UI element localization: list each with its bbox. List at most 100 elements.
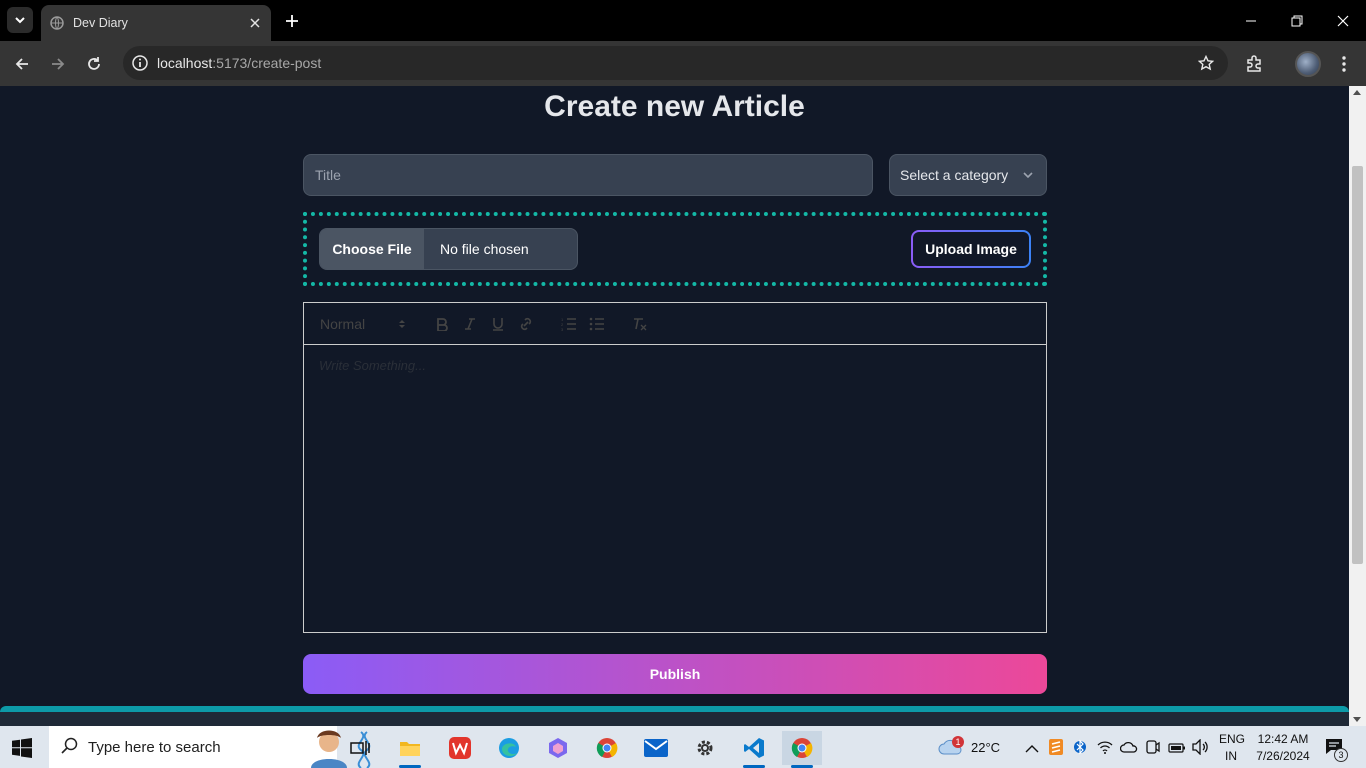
browser-menu-button[interactable] bbox=[1330, 50, 1358, 78]
category-select[interactable]: Select a category bbox=[889, 154, 1047, 196]
copilot-icon bbox=[549, 738, 567, 758]
tab-close-icon[interactable] bbox=[245, 13, 265, 33]
bookmark-star-icon[interactable] bbox=[1196, 53, 1216, 73]
upload-image-label: Upload Image bbox=[913, 232, 1029, 266]
battery-icon[interactable] bbox=[1168, 741, 1186, 759]
site-info-icon[interactable] bbox=[128, 51, 152, 75]
forward-button[interactable] bbox=[44, 50, 72, 78]
edge-browser-app[interactable] bbox=[489, 731, 529, 765]
reload-icon bbox=[88, 57, 100, 70]
weather-temperature: 22°C bbox=[971, 740, 1001, 755]
search-icon bbox=[61, 737, 78, 754]
file-status-text: No file chosen bbox=[440, 241, 529, 257]
language-line1: ENG bbox=[1219, 732, 1246, 746]
bullet-list-icon[interactable] bbox=[583, 312, 611, 336]
format-select[interactable]: Normal bbox=[320, 316, 406, 332]
wps-office-app[interactable] bbox=[440, 731, 480, 765]
scroll-down-arrow[interactable] bbox=[1353, 717, 1361, 722]
onedrive-icon[interactable] bbox=[1119, 740, 1138, 759]
browser-tabbar: Dev Diary bbox=[0, 0, 1366, 41]
chevron-down-icon bbox=[1023, 172, 1033, 179]
close-window-button[interactable] bbox=[1320, 0, 1366, 41]
volume-icon[interactable] bbox=[1192, 738, 1210, 760]
clock-date: 7/26/2024 bbox=[1256, 749, 1310, 763]
taskbar-search[interactable]: Type here to search bbox=[49, 726, 371, 768]
page-scrollbar[interactable] bbox=[1349, 86, 1366, 726]
taskbar-search-placeholder: Type here to search bbox=[88, 738, 221, 756]
language-line2: IN bbox=[1225, 749, 1237, 763]
puzzle-icon bbox=[1247, 55, 1261, 72]
close-icon bbox=[1337, 15, 1349, 26]
clear-format-icon[interactable] bbox=[626, 312, 654, 336]
copilot-app[interactable] bbox=[538, 731, 578, 765]
link-icon[interactable] bbox=[512, 312, 540, 336]
wifi-icon[interactable] bbox=[1097, 740, 1113, 759]
task-view-button[interactable] bbox=[340, 731, 380, 765]
chevron-up-icon bbox=[1025, 745, 1039, 753]
notification-count-badge: 3 bbox=[1334, 748, 1348, 762]
minimize-icon bbox=[1246, 20, 1256, 21]
restore-button[interactable] bbox=[1274, 0, 1320, 41]
svg-text:3: 3 bbox=[561, 327, 564, 331]
ordered-list-icon[interactable]: 123 bbox=[555, 312, 583, 336]
windows-taskbar: Type here to search 1 22°C ENG IN 12:42 … bbox=[0, 726, 1366, 768]
bluetooth-icon[interactable] bbox=[1074, 738, 1086, 761]
file-input[interactable]: Choose File No file chosen bbox=[319, 228, 578, 270]
sublime-icon bbox=[1049, 739, 1063, 755]
page-content: Create new Article Select a category Cho… bbox=[0, 86, 1349, 726]
chrome-icon bbox=[596, 738, 618, 758]
clock[interactable]: 12:42 AM 7/26/2024 bbox=[1252, 732, 1314, 763]
clock-time: 12:42 AM bbox=[1257, 732, 1309, 746]
arrow-left-icon bbox=[15, 58, 28, 70]
more-vertical-icon bbox=[1342, 56, 1346, 72]
back-button[interactable] bbox=[8, 50, 36, 78]
italic-icon[interactable] bbox=[456, 312, 484, 336]
bold-icon[interactable] bbox=[428, 312, 456, 336]
tab-search-button[interactable] bbox=[7, 7, 33, 33]
language-indicator[interactable]: ENG IN bbox=[1219, 732, 1246, 763]
settings-app[interactable] bbox=[685, 731, 725, 765]
choose-file-button[interactable]: Choose File bbox=[320, 229, 424, 269]
profile-avatar[interactable] bbox=[1295, 51, 1321, 77]
extensions-button[interactable] bbox=[1240, 50, 1268, 78]
meet-now-icon[interactable] bbox=[1146, 739, 1160, 760]
vscode-app[interactable] bbox=[734, 731, 774, 768]
scroll-up-arrow[interactable] bbox=[1353, 90, 1361, 95]
url-path: :5173/create-post bbox=[212, 55, 322, 71]
windows-start-button[interactable] bbox=[12, 738, 32, 763]
edge-icon bbox=[499, 738, 519, 758]
publish-button[interactable]: Publish bbox=[303, 654, 1047, 694]
title-input[interactable] bbox=[303, 154, 873, 196]
browser-tab[interactable]: Dev Diary bbox=[41, 5, 271, 41]
url-text: localhost:5173/create-post bbox=[157, 55, 321, 71]
upload-image-button[interactable]: Upload Image bbox=[911, 230, 1031, 268]
file-explorer-app[interactable] bbox=[390, 731, 430, 768]
reload-button[interactable] bbox=[80, 50, 108, 78]
chevron-down-icon bbox=[15, 17, 25, 24]
folder-icon bbox=[400, 742, 420, 756]
page-title: Create new Article bbox=[544, 90, 805, 123]
wps-office-icon bbox=[449, 737, 471, 759]
arrow-right-icon bbox=[52, 58, 65, 70]
url-host: localhost bbox=[157, 55, 213, 71]
editor-toolbar: Normal 123 bbox=[303, 302, 1047, 345]
tray-app-icon[interactable] bbox=[1049, 739, 1063, 760]
format-select-label: Normal bbox=[320, 315, 366, 332]
new-tab-button[interactable] bbox=[280, 9, 304, 33]
chrome-active-app[interactable] bbox=[782, 731, 822, 768]
address-bar[interactable]: localhost:5173/create-post bbox=[123, 46, 1228, 80]
plus-icon bbox=[286, 15, 298, 27]
editor-content[interactable]: Write Something... bbox=[303, 344, 1047, 633]
image-upload-area: Choose File No file chosen Upload Image bbox=[303, 212, 1047, 286]
show-hidden-icons-button[interactable] bbox=[1025, 741, 1039, 759]
globe-icon bbox=[50, 16, 64, 30]
category-select-label: Select a category bbox=[900, 167, 1009, 183]
chrome-icon bbox=[791, 738, 813, 758]
minimize-button[interactable] bbox=[1228, 0, 1274, 41]
scrollbar-thumb[interactable] bbox=[1352, 166, 1363, 564]
chrome-app[interactable] bbox=[587, 731, 627, 765]
underline-icon[interactable] bbox=[484, 312, 512, 336]
windows-logo-icon bbox=[12, 738, 32, 758]
mail-app[interactable] bbox=[636, 731, 676, 765]
weather-badge: 1 bbox=[952, 736, 964, 748]
